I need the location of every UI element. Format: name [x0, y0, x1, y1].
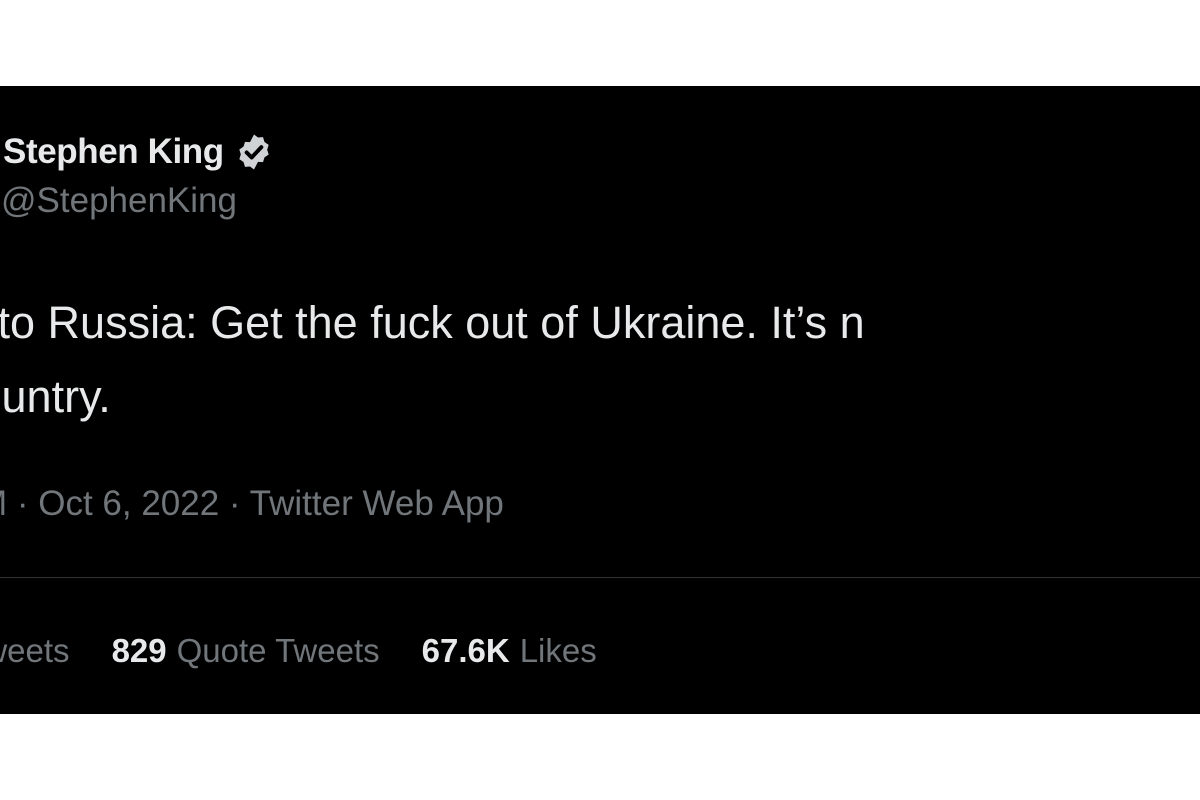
quote-tweets-count: 829	[111, 632, 167, 669]
author-row[interactable]: Stephen King	[0, 128, 274, 176]
retweets-stat[interactable]: Retweets	[0, 632, 70, 670]
author-handle[interactable]: @StephenKing	[1, 181, 237, 221]
divider	[0, 577, 1200, 578]
tweet-text: e to Russia: Get the fuck out of Ukraine…	[0, 286, 865, 434]
quote-tweets-stat[interactable]: 829 Quote Tweets	[112, 632, 380, 670]
tweet-card: Stephen King @StephenKing e to Russia: G…	[0, 86, 1200, 714]
tweet-stats: Retweets 829 Quote Tweets 67.6K Likes	[0, 632, 639, 670]
likes-count: 67.6K	[421, 632, 510, 669]
verified-badge-icon	[234, 132, 274, 172]
tweet-timestamp-source[interactable]: M · Oct 6, 2022 · Twitter Web App	[0, 484, 504, 524]
likes-label: Likes	[519, 632, 597, 669]
author-display-name[interactable]: Stephen King	[3, 132, 224, 172]
likes-stat[interactable]: 67.6K Likes	[422, 632, 597, 670]
tweet-text-line-2: country.	[0, 371, 111, 422]
retweets-label: Retweets	[0, 632, 70, 669]
quote-tweets-label: Quote Tweets	[176, 632, 380, 669]
tweet-text-line-1: e to Russia: Get the fuck out of Ukraine…	[0, 297, 865, 348]
